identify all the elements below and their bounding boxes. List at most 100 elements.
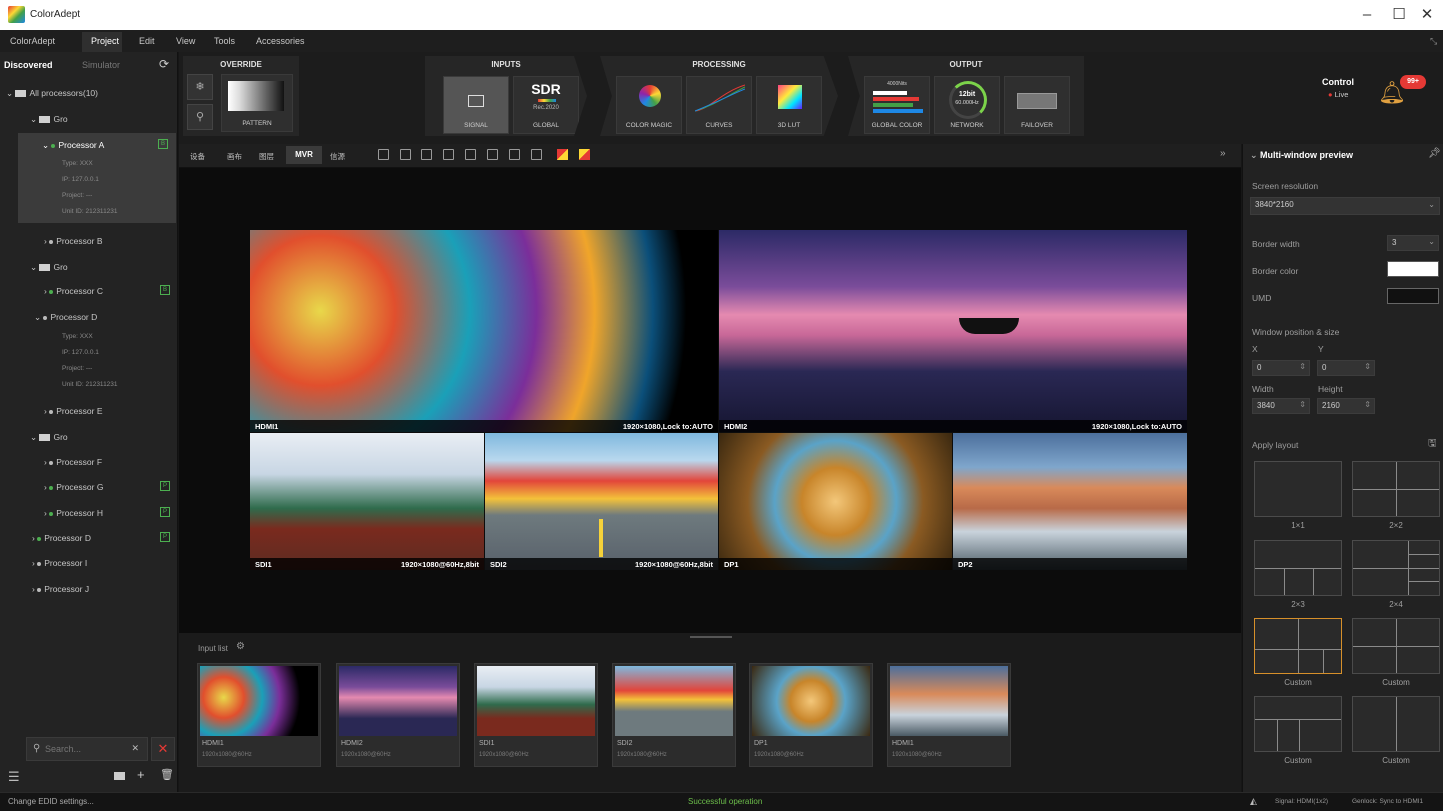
location-icon[interactable]: ⚲ [187,104,213,130]
tree-item-processor-d2[interactable]: › Processor D P [0,527,178,549]
layout-1x1[interactable] [1254,461,1342,517]
input-thumb-hdmi1[interactable]: HDMI1 1920x1080@60Hz [197,663,321,767]
tree-item-processor-h[interactable]: › Processor H P [0,502,178,524]
notification-badge: 99+ [1400,75,1426,89]
global-color-button[interactable]: 4000Nits GLOBAL COLOR [864,76,930,134]
umd-color-swatch[interactable] [1387,288,1439,304]
input-thumb-hdmi1b[interactable]: HDMI1 1920x1080@60Hz [887,663,1011,767]
menu-tools[interactable]: Tools [214,36,235,46]
layout-custom-4[interactable] [1352,696,1440,752]
height-input[interactable]: 2160 ⇕ [1317,398,1375,414]
align-right-icon[interactable] [421,149,432,160]
tree-item-processor-e[interactable]: › Processor E [0,400,178,422]
network-button[interactable]: 12bit 60.000Hz NETWORK [934,76,1000,134]
distribute-v-icon[interactable] [531,149,542,160]
layout-2x3[interactable] [1254,540,1342,596]
resize-handle[interactable] [690,636,732,638]
tab-layer[interactable]: 图层 [259,151,274,162]
border-width-select[interactable]: 3 ⌄ [1387,235,1439,251]
delete-search-button[interactable]: ✕ [151,737,175,761]
input-thumb-dp1[interactable]: DP1 1920x1080@60Hz [749,663,873,767]
bit-label: 12bit [958,91,976,98]
signal-button[interactable]: SIGNAL [443,76,509,134]
global-input-button[interactable]: SDR Rec.2020 GLOBAL [513,76,579,134]
failover-button[interactable]: FAILOVER [1004,76,1070,134]
tree-item-processor-i[interactable]: › Processor I [0,552,178,574]
refresh-icon[interactable]: ⟳ [159,57,169,71]
clear-icon[interactable]: ✕ [131,743,139,754]
tab-source[interactable]: 信源 [330,151,345,162]
y-label: Y [1318,344,1324,354]
window-hdmi2[interactable]: HDMI2 1920×1080,Lock to:AUTO [719,230,1187,432]
input-thumb-hdmi2[interactable]: HDMI2 1920x1080@60Hz [336,663,460,767]
align-left-icon[interactable] [378,149,389,160]
gear-icon[interactable]: ⚙ [236,641,245,652]
align-middle-icon[interactable] [487,149,498,160]
align-center-icon[interactable] [400,149,411,160]
tree-item-processor-d[interactable]: ⌄ Processor D [0,306,178,328]
window-dp1[interactable]: DP1 [719,433,952,570]
tree-item-processor-f[interactable]: › Processor F [0,451,178,473]
curves-button[interactable]: CURVES [686,76,752,134]
border-color-swatch[interactable] [1387,261,1439,277]
menu-project[interactable]: Project [82,32,122,52]
tree-item-processor-j[interactable]: › Processor J [0,578,178,600]
save-icon[interactable]: 🖫 [1428,436,1437,453]
menu-coloradept[interactable]: ColorAdept [10,36,55,46]
search-box[interactable]: ⚲ ✕ [26,737,148,761]
send-backward-icon[interactable] [579,149,590,160]
tree-root[interactable]: ⌄ All processors(10) [0,82,178,104]
align-top-icon[interactable] [465,149,476,160]
add-folder-icon[interactable] [114,772,125,780]
add-icon[interactable]: + [137,767,145,782]
x-input[interactable]: 0 ⇕ [1252,360,1310,376]
tree-item-processor-c[interactable]: › Processor C B [0,280,178,302]
window-sdi1[interactable]: SDI1 1920×1080@60Hz,8bit [250,433,484,570]
layout-label: Custom [1382,678,1410,687]
collapse-icon[interactable]: ⤡ [1430,36,1437,47]
layout-custom-3[interactable] [1254,696,1342,752]
tree-item-processor-g[interactable]: › Processor G P [0,476,178,498]
tree-group-1[interactable]: ⌄ Gro [0,108,178,130]
minimize-button[interactable]: – [1356,4,1378,26]
menu-edit[interactable]: Edit [139,36,155,46]
tree-item-processor-a[interactable]: ⌄ Processor A B [0,134,178,156]
color-magic-button[interactable]: COLOR MAGIC [616,76,682,134]
trash-icon[interactable]: 🗑 [160,768,174,781]
tree-item-processor-b[interactable]: › Processor B [0,230,178,252]
tab-simulator[interactable]: Simulator [82,60,120,70]
menu-view[interactable]: View [176,36,195,46]
3d-lut-button[interactable]: 3D LUT [756,76,822,134]
width-input[interactable]: 3840 ⇕ [1252,398,1310,414]
freeze-icon[interactable]: ❄ [187,74,213,100]
tree-group-3[interactable]: ⌄ Gro [0,426,178,448]
menu-icon[interactable]: ☰ [8,769,20,785]
expand-panel-icon[interactable]: » [1220,148,1226,159]
input-thumb-sdi1[interactable]: SDI1 1920x1080@60Hz [474,663,598,767]
y-input[interactable]: 0 ⇕ [1317,360,1375,376]
window-sdi2[interactable]: SDI2 1920×1080@60Hz,8bit [485,433,718,570]
layout-custom-1[interactable] [1254,618,1342,674]
maximize-button[interactable]: ☐ [1388,4,1410,26]
pin-icon[interactable]: 📌︎ [1428,148,1441,159]
pattern-button[interactable]: PATTERN [221,74,293,132]
close-button[interactable]: ✕ [1416,4,1438,26]
menu-accessories[interactable]: Accessories [256,36,305,46]
window-hdmi1[interactable]: HDMI1 1920×1080,Lock to:AUTO [250,230,718,432]
collapse-arrow-icon[interactable]: ⌄ [1250,150,1260,160]
tab-device[interactable]: 设备 [190,151,205,162]
tab-canvas[interactable]: 画布 [227,151,242,162]
tab-mvr[interactable]: MVR [286,146,322,164]
input-thumb-sdi2[interactable]: SDI2 1920x1080@60Hz [612,663,736,767]
bring-forward-icon[interactable] [557,149,568,160]
screen-resolution-select[interactable]: 3840*2160 ⌄ [1250,197,1440,215]
layout-2x2[interactable] [1352,461,1440,517]
window-dp2[interactable]: DP2 [953,433,1187,570]
tree-group-2[interactable]: ⌄ Gro [0,256,178,278]
align-bottom-icon[interactable] [509,149,520,160]
distribute-h-icon[interactable] [443,149,454,160]
search-input[interactable] [45,741,125,757]
tab-discovered[interactable]: Discovered [4,60,53,70]
layout-2x4[interactable] [1352,540,1440,596]
layout-custom-2[interactable] [1352,618,1440,674]
